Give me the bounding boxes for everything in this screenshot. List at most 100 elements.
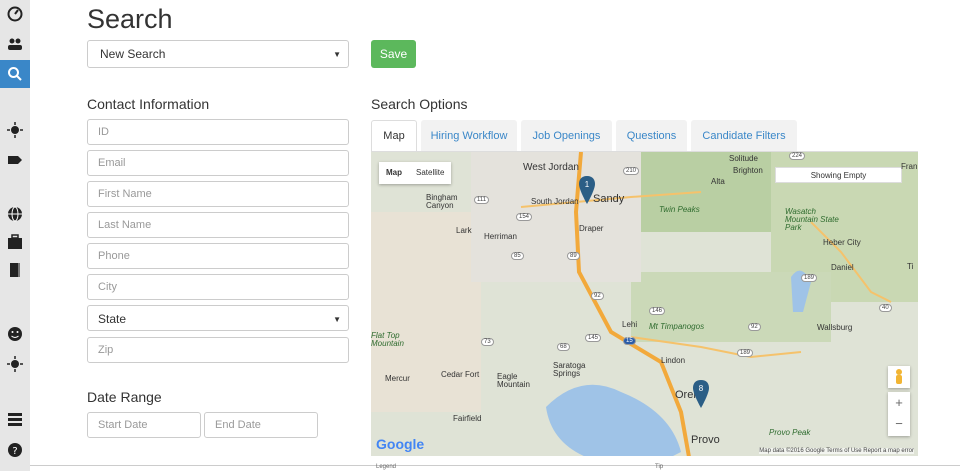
city-label: Provo Peak [769, 428, 811, 437]
city-label: Eagle Mountain [497, 372, 530, 389]
map-marker-label: 8 [699, 384, 704, 393]
city-label: Solitude [729, 154, 758, 163]
date-range-heading: Date Range [87, 389, 162, 405]
tab-map[interactable]: Map [371, 120, 417, 151]
book-icon [10, 263, 20, 277]
briefcase-icon [8, 234, 22, 249]
highway-shield: 145 [585, 334, 602, 342]
map-type-control[interactable]: Map Satellite [379, 162, 452, 184]
city-label: Saratoga Springs [553, 361, 586, 378]
city-field[interactable]: City [87, 274, 349, 300]
contact-heading: Contact Information [87, 96, 210, 112]
sidebar-item-sun-2[interactable] [0, 350, 30, 378]
sidebar-item-tag[interactable] [0, 146, 30, 174]
zoom-control[interactable]: + − [888, 392, 910, 436]
first-name-field[interactable]: First Name [87, 181, 349, 207]
showing-status: Showing Empty [775, 167, 902, 183]
highway-shield: 89 [567, 252, 580, 260]
city-label: Alta [711, 177, 725, 186]
city-label: Herriman [484, 232, 517, 241]
pegman-control[interactable] [888, 366, 910, 388]
search-options-heading: Search Options [371, 96, 468, 112]
tab-candidate-filters[interactable]: Candidate Filters [691, 120, 797, 151]
tab-hiring-workflow[interactable]: Hiring Workflow [421, 120, 517, 151]
city-label: Cedar Fort [441, 370, 480, 379]
sidebar-item-dashboard[interactable] [0, 0, 30, 28]
help-icon: ? [8, 443, 22, 457]
sidebar: ? [0, 0, 30, 471]
pegman-icon [896, 369, 902, 384]
city-label: Bingham Canyon [426, 193, 458, 210]
phone-field[interactable]: Phone [87, 243, 349, 269]
tip-label: Tip [655, 464, 664, 470]
email-field[interactable]: Email [87, 150, 349, 176]
city-label: Fran [901, 162, 918, 171]
highway-shield: 111 [474, 196, 490, 204]
map-footer[interactable]: Map data ©2016 Google Terms of Use Repor… [759, 448, 914, 454]
highway-shield: 40 [879, 304, 892, 312]
zoom-out-icon[interactable]: − [888, 414, 910, 436]
svg-text:?: ? [12, 446, 17, 457]
sidebar-item-help[interactable]: ? [0, 436, 30, 464]
map-type-map[interactable]: Map [379, 162, 409, 184]
city-label: Brighton [733, 166, 763, 175]
search-select[interactable]: New Search ▼ [87, 40, 349, 68]
search-icon [8, 67, 22, 81]
sidebar-item-search[interactable] [0, 60, 30, 88]
city-label: South Jordan [531, 197, 579, 206]
save-button[interactable]: Save [371, 40, 416, 68]
last-name-field[interactable]: Last Name [87, 212, 349, 238]
legend-label: Legend [376, 464, 397, 470]
sidebar-item-globe[interactable] [0, 200, 30, 228]
map-marker-icon[interactable]: 8 [693, 380, 709, 408]
highway-shield: 68 [557, 343, 570, 351]
sidebar-item-smiley[interactable] [0, 320, 30, 348]
sidebar-item-users[interactable] [0, 30, 30, 58]
highway-shield: 154 [516, 213, 533, 221]
city-label: Provo [691, 434, 720, 446]
list-icon [8, 413, 22, 426]
zip-field[interactable]: Zip [87, 337, 349, 363]
highway-shield: 189 [801, 274, 818, 282]
highway-shield: 85 [511, 252, 524, 260]
city-label: Draper [579, 224, 604, 233]
page-title: Search [87, 4, 173, 34]
sun-icon [7, 122, 23, 138]
map-type-satellite[interactable]: Satellite [409, 162, 451, 184]
zoom-in-icon[interactable]: + [888, 392, 910, 414]
smiley-icon [8, 327, 22, 341]
end-date-field[interactable]: End Date [204, 412, 318, 438]
city-label: Mt Timpanogos [649, 322, 705, 331]
map-marker-label: 1 [585, 180, 590, 189]
google-logo-text: Google [376, 436, 425, 452]
tab-job-openings[interactable]: Job Openings [521, 120, 612, 151]
tab-questions[interactable]: Questions [616, 120, 687, 151]
city-label: Twin Peaks [659, 205, 700, 214]
city-label: Sandy [593, 193, 625, 205]
highway-shield: 92 [591, 292, 604, 300]
sidebar-item-book[interactable] [0, 256, 30, 284]
sidebar-item-sun[interactable] [0, 116, 30, 144]
search-select-value: New Search [100, 47, 166, 61]
city-label: Wasatch Mountain State Park [785, 207, 839, 232]
id-field[interactable]: ID [87, 119, 349, 145]
sidebar-item-list[interactable] [0, 405, 30, 433]
divider [30, 465, 960, 466]
city-label: Mercur [385, 374, 410, 383]
map-canvas[interactable]: Map Satellite Showing Empty West Jordan … [371, 151, 918, 456]
city-label: Wallsburg [817, 323, 853, 332]
city-label: Lehi [622, 320, 638, 329]
globe-icon [8, 206, 22, 222]
city-label: Lindon [661, 356, 686, 365]
state-select[interactable]: State ▼ [87, 305, 349, 331]
highway-shield: 189 [737, 349, 754, 357]
city-label: Heber City [823, 238, 861, 247]
map-marker-icon[interactable]: 1 [579, 176, 595, 204]
start-date-field[interactable]: Start Date [87, 412, 201, 438]
highway-shield: 210 [623, 167, 640, 175]
city-label: West Jordan [523, 162, 579, 173]
users-icon [8, 38, 22, 50]
highway-shield: 73 [481, 338, 494, 346]
caret-down-icon: ▼ [333, 50, 341, 59]
sidebar-item-briefcase[interactable] [0, 228, 30, 256]
